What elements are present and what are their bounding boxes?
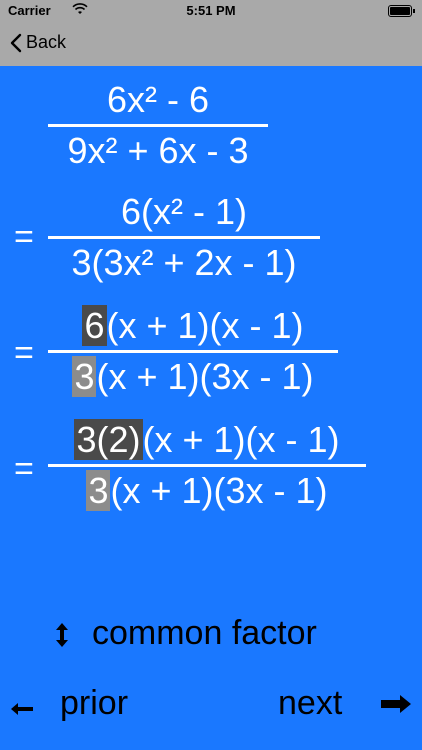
numerator: 6x² - 6 — [106, 79, 210, 120]
fraction-bar — [48, 464, 366, 467]
highlighted-factor: 3(2) — [74, 419, 143, 460]
numerator-rest: (x + 1)(x - 1) — [142, 419, 340, 460]
hint-label: common factor — [92, 614, 317, 652]
denominator-rest: (x + 1)(3x - 1) — [110, 470, 328, 511]
fraction-bar — [48, 236, 320, 239]
clock: 5:51 PM — [186, 3, 236, 18]
right-arrow-icon[interactable] — [380, 694, 412, 714]
fraction-step-1: 6x² - 6 9x² + 6x - 3 — [48, 78, 268, 173]
denominator: 3(x + 1)(3x - 1) — [48, 355, 338, 399]
equals-sign: = — [14, 450, 34, 488]
up-down-arrow-icon — [56, 623, 68, 647]
fraction-bar — [48, 350, 338, 353]
fraction-step-4: 3(2)(x + 1)(x - 1) 3(x + 1)(3x - 1) — [48, 418, 366, 513]
highlighted-factor: 6 — [82, 305, 107, 346]
back-label: Back — [26, 32, 67, 52]
status-bar: Carrier 5:51 PM — [0, 0, 422, 22]
fraction-step-3: 6(x + 1)(x - 1) 3(x + 1)(3x - 1) — [48, 304, 338, 399]
math-content: 6x² - 6 9x² + 6x - 3 = 6(x² - 1) 3(3x² +… — [0, 66, 422, 750]
highlighted-factor: 3 — [86, 470, 111, 511]
numerator: 3(2)(x + 1)(x - 1) — [48, 418, 366, 462]
next-button[interactable]: next — [278, 684, 342, 723]
denominator: 9x² + 6x - 3 — [67, 130, 249, 171]
fraction-step-2: 6(x² - 1) 3(3x² + 2x - 1) — [48, 190, 320, 285]
numerator-rest: (x + 1)(x - 1) — [106, 305, 304, 346]
battery-icon — [388, 5, 415, 17]
numerator: 6(x + 1)(x - 1) — [48, 304, 338, 348]
equals-sign: = — [14, 334, 34, 372]
chevron-left-icon — [10, 33, 22, 52]
navigation-bar: Back — [0, 22, 422, 66]
left-arrow-icon[interactable] — [10, 702, 34, 716]
back-button[interactable]: Back — [10, 32, 66, 53]
numerator: 6(x² - 1) — [121, 191, 247, 232]
highlighted-factor: 3 — [72, 356, 97, 397]
fraction-bar — [48, 124, 268, 127]
prior-button[interactable]: prior — [60, 684, 128, 723]
denominator-rest: (x + 1)(3x - 1) — [96, 356, 314, 397]
denominator: 3(3x² + 2x - 1) — [71, 242, 297, 283]
denominator: 3(x + 1)(3x - 1) — [48, 469, 366, 513]
equals-sign: = — [14, 218, 34, 256]
